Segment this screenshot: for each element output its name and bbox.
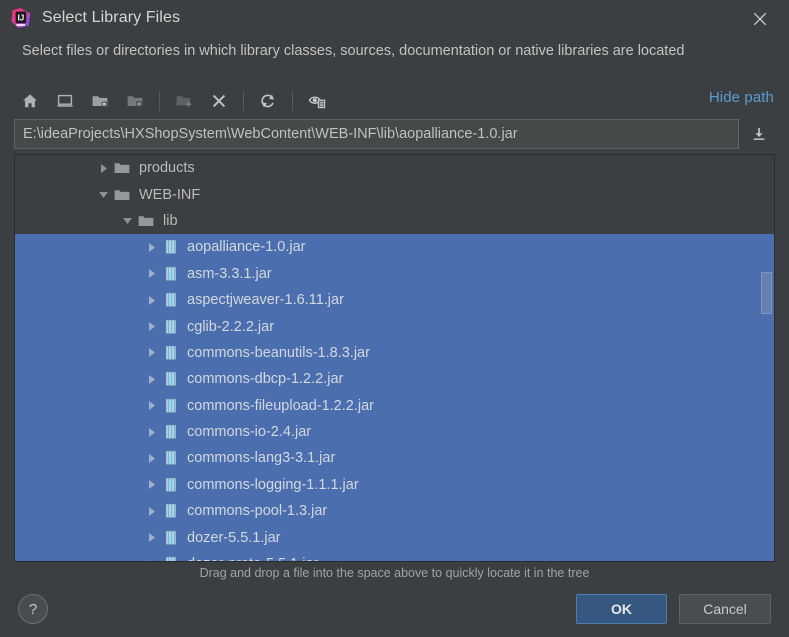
jar-icon bbox=[161, 398, 179, 414]
drag-drop-hint: Drag and drop a file into the space abov… bbox=[199, 566, 590, 580]
project-folder-icon[interactable] bbox=[84, 86, 116, 116]
tree-row-label: asm-3.3.1.jar bbox=[187, 265, 272, 282]
tree-row[interactable]: WEB-INF bbox=[15, 181, 774, 207]
tree-row-label: commons-io-2.4.jar bbox=[187, 424, 312, 441]
chevron-right-icon[interactable] bbox=[143, 556, 159, 561]
tree-row-label: aspectjweaver-1.6.11.jar bbox=[187, 292, 344, 309]
tree-row[interactable]: asm-3.3.1.jar bbox=[15, 260, 774, 287]
tree-row[interactable]: commons-beanutils-1.8.3.jar bbox=[15, 339, 774, 367]
tree-row-label: commons-dbcp-1.2.2.jar bbox=[187, 371, 344, 388]
tree-row-label: dozer-5.5.1.jar bbox=[187, 529, 281, 546]
tree-row[interactable]: dozer-proto-5.5.1.jar bbox=[15, 550, 774, 561]
cancel-button[interactable]: Cancel bbox=[679, 594, 771, 624]
jar-icon bbox=[161, 530, 179, 546]
tree-row[interactable]: dozer-5.5.1.jar bbox=[15, 524, 774, 551]
chevron-right-icon[interactable] bbox=[143, 239, 159, 255]
jar-icon bbox=[161, 292, 179, 308]
close-icon[interactable] bbox=[743, 4, 777, 34]
tree-row-label: cglib-2.2.2.jar bbox=[187, 318, 275, 335]
jar-icon bbox=[161, 266, 179, 282]
tree-row-label: aopalliance-1.0.jar bbox=[187, 239, 306, 256]
home-icon[interactable] bbox=[14, 86, 46, 116]
jar-icon bbox=[161, 371, 179, 387]
tree-row-label: commons-logging-1.1.1.jar bbox=[187, 476, 359, 493]
jar-icon bbox=[161, 477, 179, 493]
toolbar-separator-2 bbox=[243, 91, 244, 111]
chevron-right-icon[interactable] bbox=[143, 398, 159, 414]
tree-row[interactable]: products bbox=[15, 155, 774, 181]
tree-row-label: WEB-INF bbox=[139, 186, 201, 203]
refresh-icon[interactable] bbox=[252, 86, 284, 116]
download-icon[interactable] bbox=[743, 119, 775, 149]
tree-row-label: commons-lang3-3.1.jar bbox=[187, 450, 336, 467]
intellij-idea-logo-icon: IJ bbox=[10, 7, 32, 29]
folder-icon bbox=[113, 160, 131, 176]
dialog-title: Select Library Files bbox=[42, 9, 181, 26]
tree-row[interactable]: commons-logging-1.1.1.jar bbox=[15, 471, 774, 499]
tree-row[interactable]: commons-lang3-3.1.jar bbox=[15, 445, 774, 472]
chevron-right-icon[interactable] bbox=[143, 292, 159, 308]
select-library-files-dialog: IJ Select Library Files Select files or … bbox=[0, 0, 789, 637]
tree-row-label: commons-beanutils-1.8.3.jar bbox=[187, 344, 370, 361]
jar-icon bbox=[161, 450, 179, 466]
jar-icon bbox=[161, 239, 179, 255]
help-button[interactable]: ? bbox=[18, 594, 48, 624]
hide-path-link[interactable]: Hide path bbox=[709, 89, 774, 106]
path-input[interactable]: E:\ideaProjects\HXShopSystem\WebContent\… bbox=[14, 119, 739, 149]
chevron-right-icon[interactable] bbox=[143, 319, 159, 335]
chevron-right-icon[interactable] bbox=[143, 503, 159, 519]
tree-row[interactable]: commons-io-2.4.jar bbox=[15, 418, 774, 446]
folder-icon bbox=[137, 213, 155, 229]
chevron-right-icon[interactable] bbox=[143, 530, 159, 546]
tree-vertical-scrollbar[interactable] bbox=[760, 156, 773, 561]
file-chooser-toolbar: Hide path bbox=[14, 83, 775, 119]
delete-icon[interactable] bbox=[203, 86, 235, 116]
tree-row[interactable]: aopalliance-1.0.jar bbox=[15, 234, 774, 261]
toolbar-separator-1 bbox=[159, 91, 160, 111]
chevron-down-icon[interactable] bbox=[119, 213, 135, 229]
tree-row[interactable]: commons-dbcp-1.2.2.jar bbox=[15, 366, 774, 393]
jar-icon bbox=[161, 503, 179, 519]
chevron-right-icon[interactable] bbox=[143, 450, 159, 466]
module-folder-icon[interactable] bbox=[119, 86, 151, 116]
file-tree: products WEB-INF lib aopalliance-1.0.jar asm… bbox=[15, 155, 774, 561]
jar-icon bbox=[161, 556, 179, 561]
tree-row[interactable]: commons-pool-1.3.jar bbox=[15, 498, 774, 525]
folder-icon bbox=[113, 187, 131, 203]
jar-icon bbox=[161, 319, 179, 335]
toolbar-separator-3 bbox=[292, 91, 293, 111]
file-tree-panel[interactable]: products WEB-INF lib aopalliance-1.0.jar asm… bbox=[14, 154, 775, 562]
chevron-right-icon[interactable] bbox=[143, 424, 159, 440]
dialog-subtitle: Select files or directories in which lib… bbox=[22, 43, 685, 59]
tree-row-label: commons-fileupload-1.2.2.jar bbox=[187, 397, 374, 414]
chevron-right-icon[interactable] bbox=[143, 371, 159, 387]
path-row: E:\ideaProjects\HXShopSystem\WebContent\… bbox=[14, 119, 775, 149]
tree-row-label: dozer-proto-5.5.1.jar bbox=[187, 556, 318, 561]
tree-row-label: products bbox=[139, 160, 195, 177]
tree-row[interactable]: cglib-2.2.2.jar bbox=[15, 313, 774, 340]
show-hidden-files-icon[interactable] bbox=[301, 86, 333, 116]
jar-icon bbox=[161, 345, 179, 361]
tree-row[interactable]: lib bbox=[15, 208, 774, 234]
path-input-value: E:\ideaProjects\HXShopSystem\WebContent\… bbox=[23, 126, 518, 142]
ok-button[interactable]: OK bbox=[576, 594, 667, 624]
tree-row[interactable]: commons-fileupload-1.2.2.jar bbox=[15, 392, 774, 419]
jar-icon bbox=[161, 424, 179, 440]
chevron-right-icon[interactable] bbox=[143, 345, 159, 361]
new-folder-icon[interactable] bbox=[168, 86, 200, 116]
tree-row-label: commons-pool-1.3.jar bbox=[187, 503, 328, 520]
tree-row-label: lib bbox=[163, 212, 178, 229]
dialog-titlebar: IJ Select Library Files bbox=[0, 0, 789, 38]
chevron-right-icon[interactable] bbox=[95, 160, 111, 176]
svg-text:IJ: IJ bbox=[18, 13, 25, 22]
tree-scrollbar-thumb[interactable] bbox=[761, 272, 772, 314]
tree-row[interactable]: aspectjweaver-1.6.11.jar bbox=[15, 286, 774, 314]
chevron-down-icon[interactable] bbox=[95, 187, 111, 203]
chevron-right-icon[interactable] bbox=[143, 477, 159, 493]
chevron-right-icon[interactable] bbox=[143, 266, 159, 282]
desktop-icon[interactable] bbox=[49, 86, 81, 116]
